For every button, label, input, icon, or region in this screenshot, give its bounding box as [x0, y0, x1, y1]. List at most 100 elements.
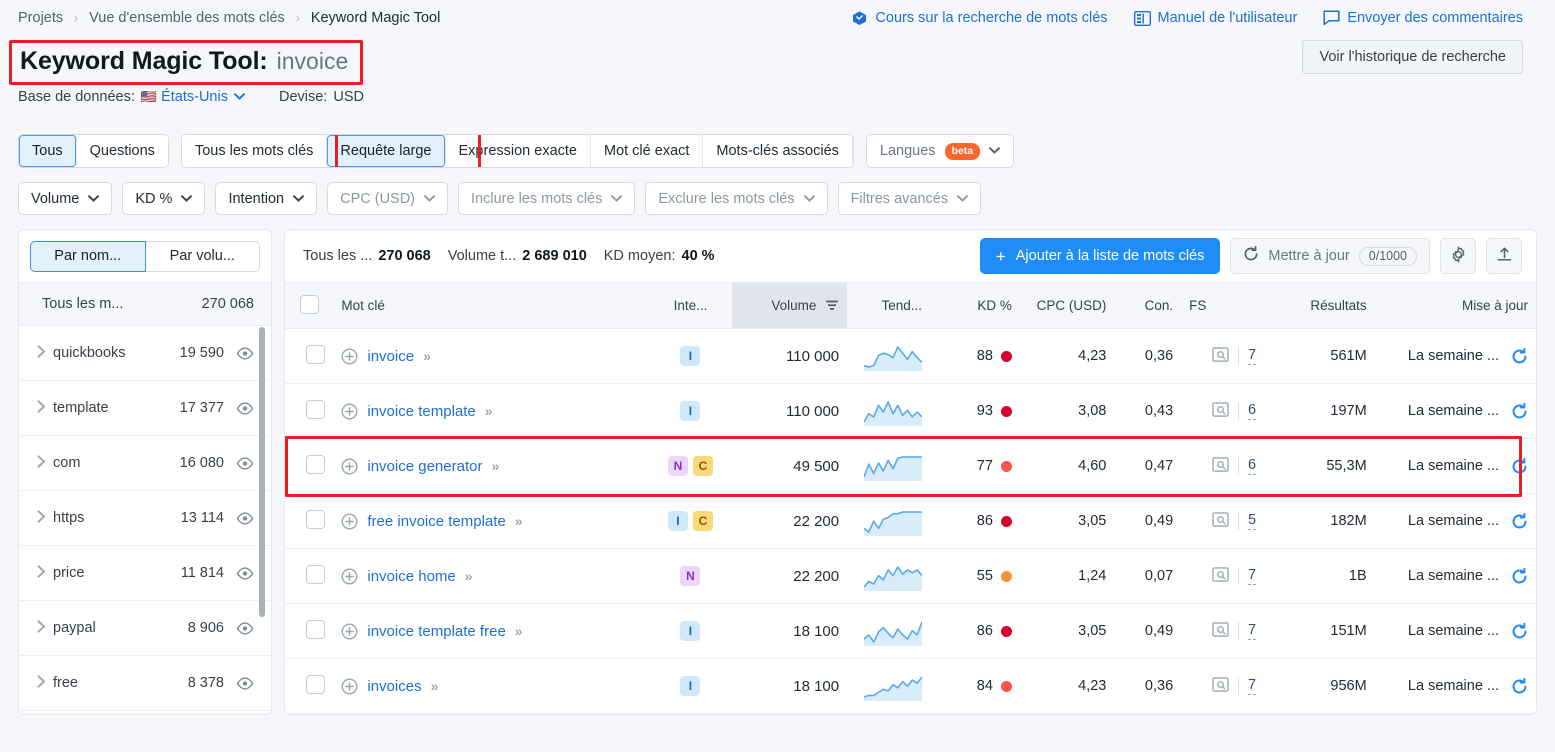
header-cpc[interactable]: CPC (USD) [1020, 283, 1114, 329]
row-refresh-icon[interactable] [1511, 348, 1528, 365]
keyword-link[interactable]: invoice template free [367, 623, 505, 640]
eye-icon[interactable] [236, 347, 254, 360]
intent-badge-C[interactable]: C [693, 511, 713, 531]
table-row[interactable]: invoice template free»I18 100863,050,497… [285, 604, 1536, 659]
table-row[interactable]: invoice home»N22 200551,240,0771BLa sema… [285, 549, 1536, 604]
eye-icon[interactable] [236, 622, 254, 635]
row-refresh-icon[interactable] [1511, 678, 1528, 695]
serp-feature-icon[interactable] [1212, 677, 1229, 696]
add-keyword-icon[interactable] [341, 623, 358, 640]
trend-cell[interactable] [847, 549, 930, 604]
add-keyword-icon[interactable] [341, 568, 358, 585]
tab-mot-cle-exact[interactable]: Mot clé exact [591, 135, 703, 167]
table-settings-button[interactable] [1440, 238, 1476, 274]
keyword-link[interactable]: invoice [367, 348, 414, 365]
row-checkbox[interactable] [306, 345, 325, 364]
chevron-right-icon[interactable] [29, 620, 53, 636]
sidebar-group-item[interactable]: price11 814 [19, 546, 271, 601]
tab-expression-exacte[interactable]: Expression exacte [446, 135, 591, 167]
header-volume[interactable]: Volume [732, 283, 847, 329]
intent-badge-N[interactable]: N [680, 566, 700, 586]
eye-icon[interactable] [236, 402, 254, 415]
row-refresh-icon[interactable] [1511, 513, 1528, 530]
row-refresh-icon[interactable] [1511, 458, 1528, 475]
keyword-link[interactable]: free invoice template [367, 513, 505, 530]
tab-tous[interactable]: Tous [19, 135, 77, 167]
filter-intention[interactable]: Intention [215, 182, 317, 215]
row-checkbox-cell[interactable] [285, 604, 333, 659]
add-keyword-icon[interactable] [341, 513, 358, 530]
header-intent[interactable]: Inte... [649, 283, 732, 329]
intent-badge-I[interactable]: I [680, 676, 700, 696]
keyword-expand-icon[interactable]: » [485, 403, 491, 419]
header-serp-features[interactable]: FS [1181, 283, 1264, 329]
search-history-button[interactable]: Voir l'historique de recherche [1302, 40, 1523, 74]
sidebar-group-item[interactable]: free8 378 [19, 656, 271, 711]
row-checkbox-cell[interactable] [285, 384, 333, 439]
row-checkbox[interactable] [306, 565, 325, 584]
sidebar-sort-by-name[interactable]: Par nom... [30, 241, 146, 272]
update-button[interactable]: Mettre à jour 0/1000 [1230, 238, 1430, 274]
row-checkbox[interactable] [306, 400, 325, 419]
tab-questions[interactable]: Questions [77, 135, 168, 167]
header-competition[interactable]: Con. [1114, 283, 1181, 329]
tab-tous-les-mots-cles[interactable]: Tous les mots clés [182, 135, 327, 167]
keyword-expand-icon[interactable]: » [515, 623, 521, 639]
eye-icon[interactable] [236, 567, 254, 580]
serp-feature-icon[interactable] [1212, 567, 1229, 586]
eye-icon[interactable] [236, 457, 254, 470]
chevron-right-icon[interactable] [29, 455, 53, 471]
intent-badge-I[interactable]: I [680, 621, 700, 641]
user-manual-link[interactable]: Manuel de l'utilisateur [1134, 10, 1298, 26]
chevron-right-icon[interactable] [29, 510, 53, 526]
keyword-expand-icon[interactable]: » [465, 568, 471, 584]
header-select-all[interactable] [285, 283, 333, 329]
row-refresh-icon[interactable] [1511, 568, 1528, 585]
row-refresh-icon[interactable] [1511, 623, 1528, 640]
add-keyword-icon[interactable] [341, 678, 358, 695]
table-row[interactable]: invoice»I110 000884,230,367561MLa semain… [285, 329, 1536, 384]
sidebar-group-item[interactable]: template17 377 [19, 381, 271, 436]
serp-feature-icon[interactable] [1212, 622, 1229, 641]
serp-feature-icon[interactable] [1212, 512, 1229, 531]
table-row[interactable]: invoices»I18 100844,230,367956MLa semain… [285, 659, 1536, 714]
breadcrumb-item-projets[interactable]: Projets [18, 10, 63, 26]
academy-course-link[interactable]: Cours sur la recherche de mots clés [851, 10, 1107, 27]
row-checkbox-cell[interactable] [285, 659, 333, 714]
breadcrumb-item-overview[interactable]: Vue d'ensemble des mots clés [89, 10, 285, 26]
trend-cell[interactable] [847, 659, 930, 714]
keyword-link[interactable]: invoice generator [367, 458, 482, 475]
keyword-link[interactable]: invoice home [367, 568, 455, 585]
sidebar-group-item[interactable]: com16 080 [19, 436, 271, 491]
sidebar-scrollbar-thumb[interactable] [259, 327, 265, 617]
sidebar-sort-by-volume[interactable]: Par volu... [146, 241, 261, 272]
trend-cell[interactable] [847, 384, 930, 439]
row-checkbox-cell[interactable] [285, 439, 333, 494]
filter-include-keywords[interactable]: Inclure les mots clés [458, 182, 635, 215]
keyword-link[interactable]: invoices [367, 678, 421, 695]
add-keyword-icon[interactable] [341, 403, 358, 420]
select-all-checkbox[interactable] [300, 295, 319, 314]
row-checkbox[interactable] [306, 510, 325, 529]
chevron-right-icon[interactable] [29, 400, 53, 416]
trend-cell[interactable] [847, 329, 930, 384]
header-updated[interactable]: Mise à jour [1375, 283, 1536, 329]
tab-requete-large[interactable]: Requête large [327, 135, 445, 167]
filter-cpc[interactable]: CPC (USD) [327, 182, 448, 215]
add-keyword-icon[interactable] [341, 458, 358, 475]
chevron-right-icon[interactable] [29, 345, 53, 361]
add-keyword-icon[interactable] [341, 348, 358, 365]
header-results[interactable]: Résultats [1264, 283, 1375, 329]
table-row[interactable]: invoice template»I110 000933,080,436197M… [285, 384, 1536, 439]
row-checkbox-cell[interactable] [285, 329, 333, 384]
trend-cell[interactable] [847, 494, 930, 549]
serp-feature-count[interactable]: 7 [1248, 567, 1256, 585]
languages-dropdown[interactable]: Langues beta [866, 134, 1014, 168]
chevron-down-icon[interactable] [234, 91, 245, 103]
intent-badge-I[interactable]: I [668, 511, 688, 531]
filter-advanced[interactable]: Filtres avancés [838, 182, 982, 215]
filter-exclude-keywords[interactable]: Exclure les mots clés [645, 182, 827, 215]
sidebar-group-item[interactable]: quickbooks19 590 [19, 326, 271, 381]
row-checkbox[interactable] [306, 455, 325, 474]
filter-kd[interactable]: KD % [122, 182, 205, 215]
